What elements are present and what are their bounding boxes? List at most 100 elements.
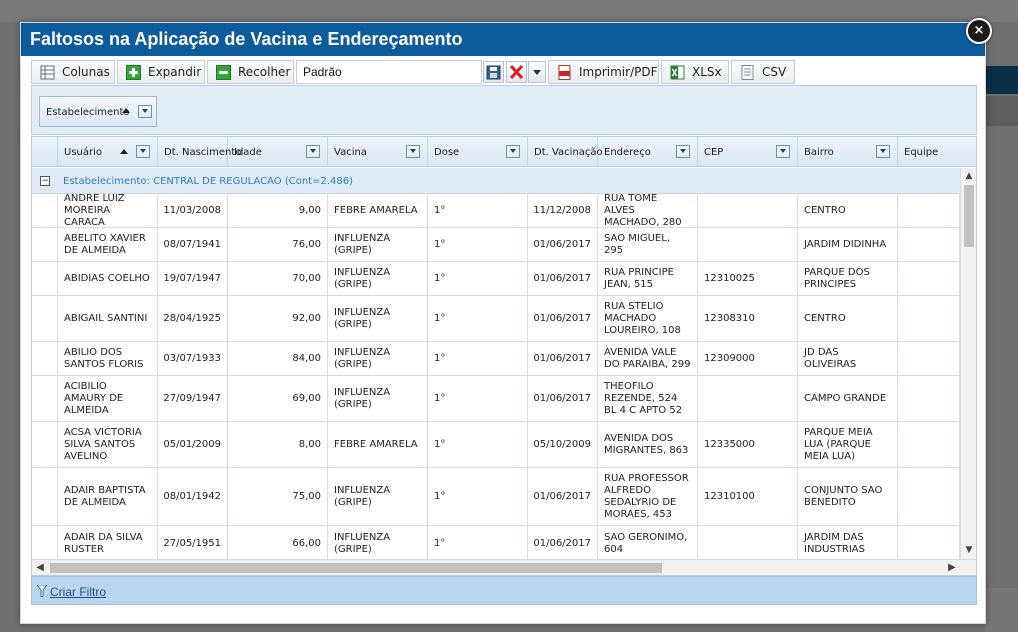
cell-text: 69,00 <box>292 392 321 404</box>
table-row[interactable]: ACIBILIO AMAURY DE ALMEIDA 27/09/1947 69,0… <box>32 376 960 422</box>
chevron-down-icon[interactable] <box>138 105 152 118</box>
header-vacina[interactable]: Vacina <box>328 137 428 167</box>
cell-vacinacao: 11/12/2008 <box>528 194 598 227</box>
cell-text: FEBRE AMARELA <box>334 204 418 216</box>
cell-text: 1° <box>434 537 446 549</box>
table-row[interactable]: ANDRE LUIZ MOREIRA CARACA 11/03/2008 9,00 F… <box>32 194 960 228</box>
cell-usuario: ABIDIAS COELHO <box>58 262 158 295</box>
print-pdf-button[interactable]: Imprimir/PDF <box>548 60 659 84</box>
cell-text: 1° <box>434 438 446 450</box>
filter-dropdown-icon[interactable] <box>876 145 890 158</box>
create-filter-link[interactable]: Criar Filtro <box>50 585 106 599</box>
row-indent <box>32 342 58 375</box>
cell-text: AVENIDA VALE DO PARAIBA, 299 <box>604 346 691 370</box>
background-app-footer <box>986 588 1018 632</box>
header-idade[interactable]: Idade <box>228 137 328 167</box>
filter-dropdown-icon[interactable] <box>676 145 690 158</box>
scroll-down-icon[interactable]: ▼ <box>964 545 974 555</box>
cell-equipe <box>898 526 960 559</box>
table-row[interactable]: ACSA VICTORIA SILVA SANTOS AVELINO 05/01/… <box>32 422 960 468</box>
cell-vacinacao: 01/06/2017 <box>528 376 598 421</box>
cell-text: 76,00 <box>292 238 321 250</box>
filter-dropdown-icon[interactable] <box>506 145 520 158</box>
columns-button[interactable]: Colunas <box>31 60 115 84</box>
cell-text: 1° <box>434 238 446 250</box>
print-pdf-label: Imprimir/PDF <box>579 65 658 79</box>
cell-usuario: ACSA VICTORIA SILVA SANTOS AVELINO <box>58 422 158 467</box>
header-nascimento[interactable]: Dt. Nascimento <box>158 137 241 167</box>
cell-nascimento: 08/07/1941 <box>158 228 228 261</box>
close-icon[interactable]: × <box>966 18 992 44</box>
table-row[interactable]: ADAIR DA SILVA RUSTER 27/05/1951 66,00 INFL… <box>32 526 960 559</box>
group-row-label: Estabelecimento: CENTRAL DE REGULACAO (C… <box>63 176 353 187</box>
header-label: Usuário <box>64 147 103 158</box>
cell-endereco: RUA TOME ALVES MACHADO, 280 <box>598 194 698 227</box>
cell-cep: 12335000 <box>698 422 798 467</box>
cell-text: SAO MIGUEL, 295 <box>604 232 670 256</box>
table-row[interactable]: ADAIR BAPTISTA DE ALMEIDA 08/01/1942 75,00… <box>32 468 960 526</box>
collapse-group-toggle[interactable]: − <box>40 176 50 186</box>
table-row[interactable]: ABIGAIL SANTINI 28/04/1925 92,00 INFLUENZA … <box>32 296 960 342</box>
scroll-left-icon[interactable]: ◀ <box>34 562 46 574</box>
sort-asc-icon[interactable] <box>122 108 130 113</box>
horizontal-scrollbar[interactable]: ◀ ▶ <box>32 559 976 575</box>
scroll-up-icon[interactable]: ▲ <box>964 171 974 181</box>
cell-endereco: THEOFILO REZENDE, 524 BL 4 C APTO 52 <box>598 376 698 421</box>
cell-equipe <box>898 262 960 295</box>
group-chip-label: Estabelecimento <box>46 107 130 118</box>
cell-text: ACIBILIO AMAURY DE ALMEIDA <box>64 380 124 416</box>
horizontal-scroll-thumb[interactable] <box>50 563 662 573</box>
vertical-scrollbar[interactable]: ▲ ▼ <box>960 168 976 559</box>
cell-text: INFLUENZA (GRIPE) <box>334 346 391 370</box>
filter-dropdown-icon[interactable] <box>776 145 790 158</box>
view-select-input[interactable]: Padrão <box>296 60 482 84</box>
row-indent <box>32 468 58 525</box>
header-bairro[interactable]: Bairro <box>798 137 898 167</box>
header-endereco[interactable]: Endereço <box>598 137 698 167</box>
vertical-scroll-thumb[interactable] <box>964 185 974 247</box>
view-dropdown-button[interactable] <box>528 61 546 83</box>
collapse-button[interactable]: Recolher <box>207 60 294 84</box>
cell-endereco: AVENIDA DOS MIGRANTES, 863 <box>598 422 698 467</box>
expand-button[interactable]: Expandir <box>117 60 205 84</box>
header-dose[interactable]: Dose <box>428 137 528 167</box>
cell-text: ABIDIAS COELHO <box>64 272 150 284</box>
chevron-down-icon <box>533 70 541 75</box>
cell-text: 1° <box>434 204 446 216</box>
header-cep[interactable]: CEP <box>698 137 798 167</box>
cell-text: INFLUENZA (GRIPE) <box>334 232 391 256</box>
table-row[interactable]: ABIDIAS COELHO 19/07/1947 70,00 INFLUENZA (… <box>32 262 960 296</box>
sort-asc-icon[interactable] <box>120 149 128 154</box>
cell-text: 03/07/1933 <box>163 352 221 364</box>
columns-icon <box>40 65 55 80</box>
cell-text: RUA PRINCIPE JEAN, 515 <box>604 266 674 290</box>
header-usuario[interactable]: Usuário <box>58 137 158 167</box>
cell-vacina: INFLUENZA (GRIPE) <box>328 342 428 375</box>
cell-endereco: RUA PROFESSOR ALFREDO SEDALYRIO DE MORAE… <box>598 468 698 525</box>
modal-header: Faltosos na Aplicação de Vacina e Endere… <box>21 23 985 56</box>
delete-view-button[interactable] <box>506 61 527 83</box>
cell-dose: 1° <box>428 228 528 261</box>
csv-button[interactable]: CSV <box>731 60 795 84</box>
save-view-button[interactable] <box>483 61 504 83</box>
filter-dropdown-icon[interactable] <box>306 145 320 158</box>
cell-endereco: AVENIDA VALE DO PARAIBA, 299 <box>598 342 698 375</box>
scroll-right-icon[interactable]: ▶ <box>946 562 958 574</box>
cell-dose: 1° <box>428 422 528 467</box>
filter-dropdown-icon[interactable] <box>406 145 420 158</box>
background-app-bar <box>986 66 1018 94</box>
header-equipe[interactable]: Equipe <box>898 137 976 167</box>
cell-text: CONJUNTO SAO BENEDITO <box>804 484 883 508</box>
expand-button-label: Expandir <box>148 65 202 79</box>
xlsx-button[interactable]: XLSx <box>661 60 729 84</box>
cell-text: 1° <box>434 392 446 404</box>
header-vacinacao[interactable]: Dt. Vacinação <box>528 137 603 167</box>
plus-icon <box>126 65 141 80</box>
group-chip-estabelecimento[interactable]: Estabelecimento <box>39 96 157 127</box>
table-row[interactable]: ABILIO DOS SANTOS FLORIS 03/07/1933 84,00 I… <box>32 342 960 376</box>
cell-bairro: JD DAS OLIVEIRAS <box>798 342 898 375</box>
cell-cep <box>698 194 798 227</box>
filter-dropdown-icon[interactable] <box>136 145 150 158</box>
table-row[interactable]: ABELITO XAVIER DE ALMEIDA 08/07/1941 76,00… <box>32 228 960 262</box>
cell-text: 12335000 <box>704 438 755 450</box>
